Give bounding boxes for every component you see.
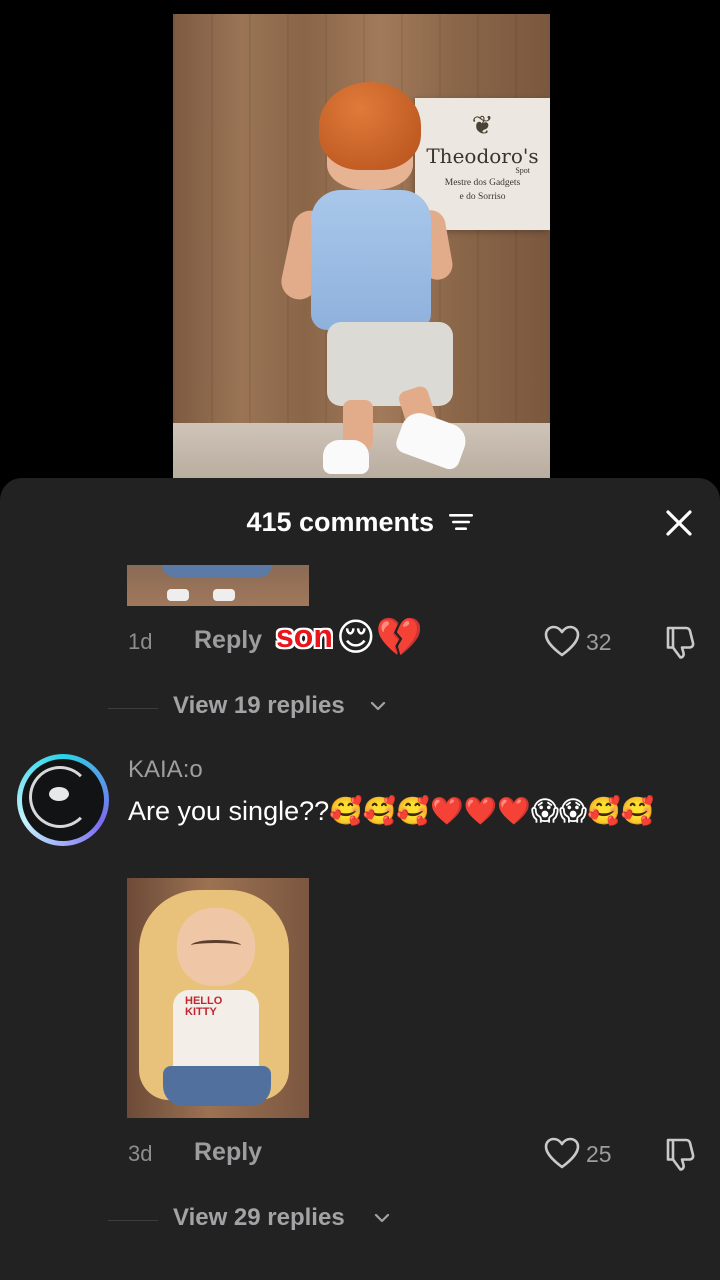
close-icon[interactable]	[660, 504, 698, 542]
heart-icon[interactable]	[544, 624, 580, 658]
comment-time: 3d	[128, 1141, 153, 1166]
view-replies-1[interactable]: View 19 replies	[0, 688, 720, 728]
like-count: 25	[586, 1141, 612, 1167]
reply-button[interactable]: Reply	[194, 1138, 262, 1167]
overlay-emoji: 😌💔	[336, 617, 423, 659]
comments-count: 415 comments	[246, 507, 435, 537]
like-count: 32	[586, 629, 612, 655]
comments-header: 415 comments	[0, 478, 720, 568]
comment-username[interactable]: KAIA:o	[128, 756, 203, 784]
thumbs-down-icon[interactable]	[660, 624, 698, 660]
comment-time: 1d	[128, 629, 153, 654]
comments-title: 415 comments	[0, 507, 720, 538]
chevron-down-icon	[374, 1213, 390, 1223]
comments-sheet: 415 comments 1d Reply son 😌💔 32 View 19 …	[0, 478, 720, 1280]
divider-line	[108, 708, 158, 709]
heart-icon[interactable]	[544, 1136, 580, 1170]
thumbs-down-icon[interactable]	[660, 1136, 698, 1172]
comment-image-partial[interactable]	[127, 565, 309, 606]
divider-line	[108, 1220, 158, 1221]
comment-actions-1: 1d Reply son 😌💔 32	[0, 617, 720, 664]
cartoon-boy	[278, 82, 473, 478]
comment-image[interactable]: HELLO KITTY	[127, 878, 309, 1118]
chevron-down-icon	[370, 701, 386, 711]
reply-button[interactable]: Reply	[194, 626, 262, 655]
view-replies-label: View 19 replies	[173, 692, 345, 719]
avatar[interactable]	[17, 754, 109, 846]
comment-actions-2: 3d Reply 25	[0, 1132, 720, 1176]
comment-text: Are you single??🥰🥰🥰❤️❤️❤️😱😱🥰🥰	[128, 796, 655, 826]
overlay-caption: son	[276, 618, 333, 654]
video-player[interactable]: ❦ Theodoro's Spot Mestre dos Gadgets e d…	[173, 14, 550, 478]
view-replies-2[interactable]: View 29 replies	[0, 1200, 720, 1240]
view-replies-label: View 29 replies	[173, 1204, 345, 1231]
sort-lines-icon[interactable]	[448, 512, 474, 532]
